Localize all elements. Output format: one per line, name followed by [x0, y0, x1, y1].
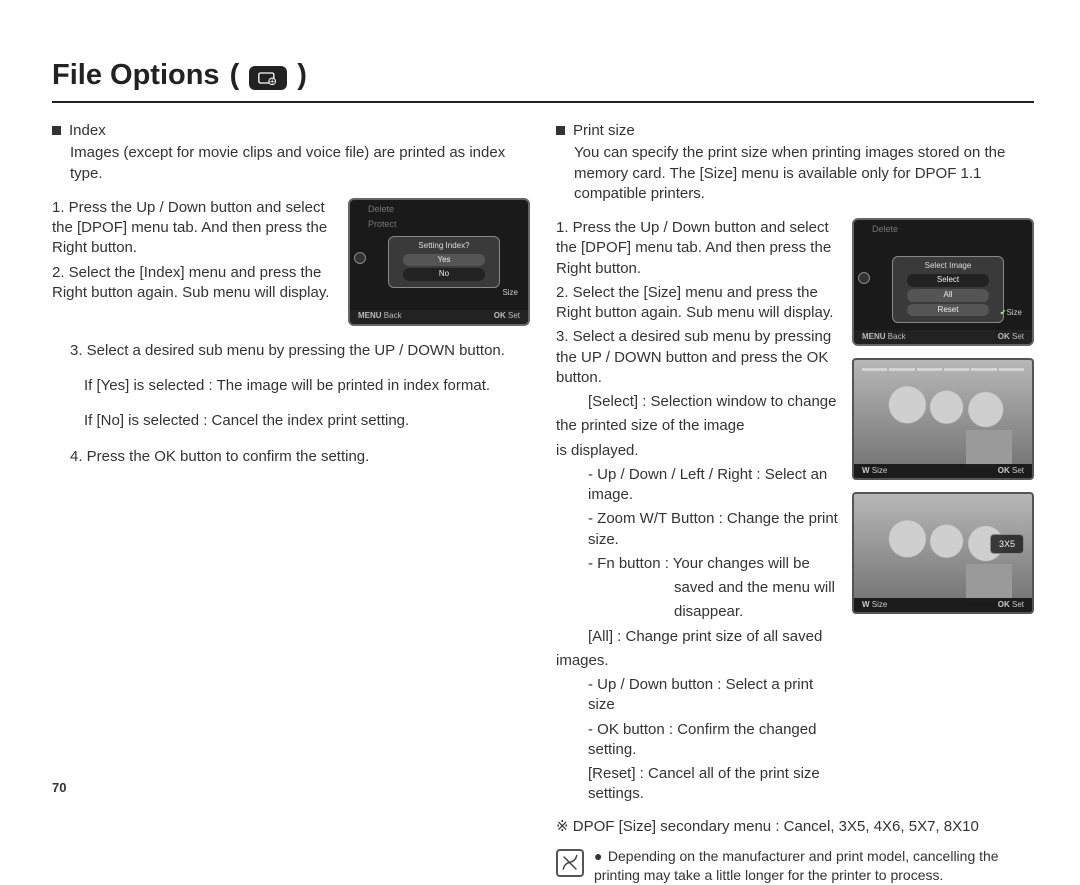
page-number: 70 — [52, 779, 66, 797]
step-sub: the printed size of the image — [556, 416, 838, 436]
step-sub: - Fn button : Your changes will be — [588, 554, 838, 574]
step-sub: [All] : Change print size of all saved — [588, 627, 838, 647]
square-bullet-icon — [556, 126, 565, 135]
step: 1. Press the Up / Down button and select… — [556, 218, 838, 279]
step: 3. Select a desired sub menu by pressing… — [70, 341, 530, 361]
camera-lcd-size: Delete Select Image Select All Reset ✔Si… — [852, 218, 1034, 346]
step-sub: - OK button : Confirm the changed settin… — [588, 720, 838, 761]
step: 2. Select the [Size] menu and press the … — [556, 283, 838, 324]
file-options-icon — [249, 66, 287, 90]
mode-wheel-icon — [858, 272, 870, 284]
section-index: Index Images (except for movie clips and… — [52, 121, 530, 885]
camera-lcd-index: Delete Protect Setting Index? Yes No Siz… — [348, 198, 530, 326]
note-callout: ● Depending on the manufacturer and prin… — [556, 847, 1034, 885]
step-sub: - Up / Down / Left / Right : Select an i… — [588, 465, 838, 506]
page-title: File Options — [52, 56, 220, 95]
section-heading: Print size — [573, 121, 635, 141]
step-sub: images. — [556, 651, 838, 671]
step-sub: - Up / Down button : Select a print size — [588, 675, 838, 716]
step: 3. Select a desired sub menu by pressing… — [556, 327, 838, 388]
step-sub: [Reset] : Cancel all of the print size s… — [588, 764, 838, 805]
section-lead: You can specify the print size when prin… — [574, 143, 1034, 204]
secondary-menu-line: ※ DPOF [Size] secondary menu : Cancel, 3… — [556, 817, 1034, 837]
mode-wheel-icon — [354, 252, 366, 264]
note-icon — [556, 849, 584, 877]
lcd-dialog: Setting Index? Yes No — [388, 236, 500, 288]
section-print-size: Print size You can specify the print siz… — [556, 121, 1034, 885]
size-badge: 3X5 — [990, 534, 1024, 554]
step: 1. Press the Up / Down button and select… — [52, 198, 334, 259]
step-sub: [Select] : Selection window to change — [588, 392, 838, 412]
section-heading: Index — [69, 121, 106, 141]
square-bullet-icon — [52, 126, 61, 135]
preview-thumbnail: 3X5 W Size OK Set — [852, 492, 1034, 614]
thumbnail-strip-icon — [862, 368, 1024, 371]
step-sub: - Zoom W/T Button : Change the print siz… — [588, 509, 838, 550]
step-sub: saved and the menu will — [674, 578, 838, 598]
note-text: Depending on the manufacturer and print … — [594, 848, 999, 883]
title-rule — [52, 101, 1034, 103]
page-title-row: File Options ( ) — [52, 56, 1034, 95]
step-sub: disappear. — [674, 602, 838, 622]
lcd-dialog: Select Image Select All Reset — [892, 256, 1004, 323]
manual-page: File Options ( ) Index Images (except fo… — [0, 0, 1080, 815]
step: 2. Select the [Index] menu and press the… — [52, 263, 334, 304]
step-sub: If [No] is selected : Cancel the index p… — [84, 411, 530, 431]
section-lead: Images (except for movie clips and voice… — [70, 143, 530, 184]
step: 4. Press the OK button to confirm the se… — [70, 447, 530, 467]
preview-thumbnail: W Size OK Set — [852, 358, 1034, 480]
step-sub: If [Yes] is selected : The image will be… — [84, 376, 530, 396]
step-sub: is displayed. — [556, 441, 838, 461]
